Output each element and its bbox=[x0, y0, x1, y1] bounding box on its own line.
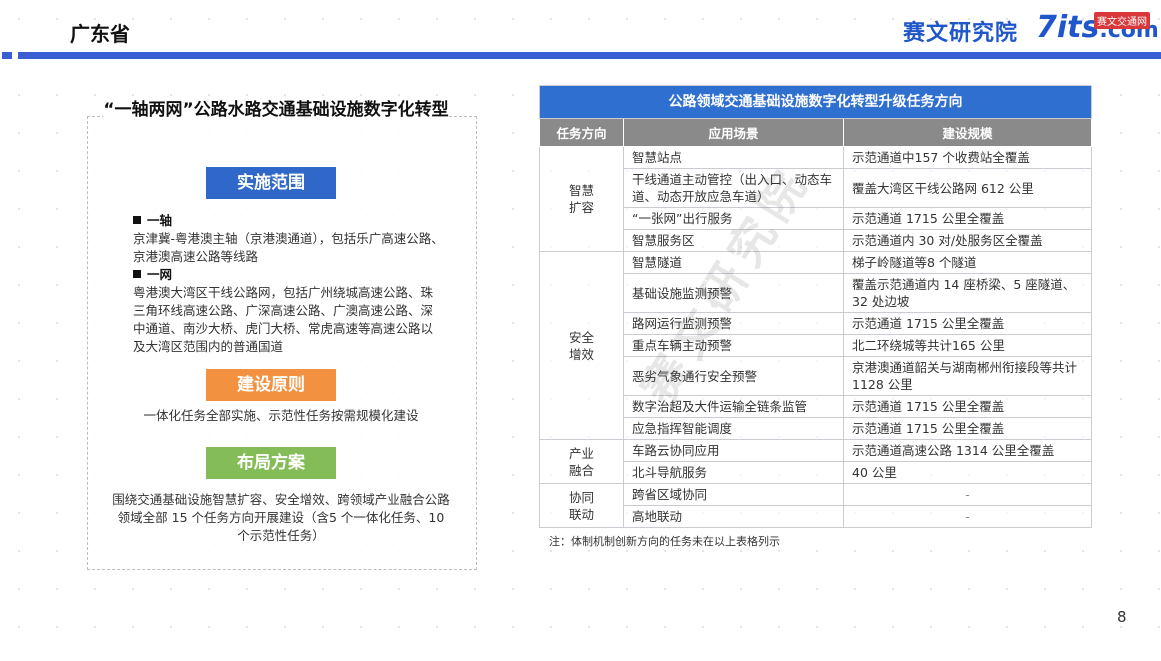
scale-cell: 京港澳通道韶关与湖南郴州衔接段等共计1128 公里 bbox=[842, 356, 1093, 396]
task-category-cell: 产业 融合 bbox=[539, 439, 624, 484]
layout-text: 围绕交通基础设施智慧扩容、安全增效、跨领域产业融合公路领域全部 15 个任务方向… bbox=[112, 492, 450, 543]
table-header-scene: 应用场景 bbox=[623, 118, 844, 147]
scene-cell: 路网运行监测预警 bbox=[623, 312, 844, 335]
table-header-category: 任务方向 bbox=[539, 118, 624, 147]
task-category-cell: 智慧 扩容 bbox=[539, 146, 624, 252]
page-number: 8 bbox=[1117, 608, 1127, 626]
scale-cell: 示范通道 1715 公里全覆盖 bbox=[842, 312, 1093, 335]
scene-cell: “一张网”出行服务 bbox=[623, 207, 844, 230]
task-table: 公路领域交通基础设施数字化转型升级任务方向 任务方向 应用场景 建设规模 智慧扩… bbox=[538, 85, 1093, 528]
left-panel-title: “一轴两网”公路水路交通基础设施数字化转型 bbox=[103, 96, 449, 128]
axis-heading: 一轴 bbox=[147, 213, 173, 228]
scale-cell: 示范通道 1715 公里全覆盖 bbox=[842, 395, 1093, 418]
scale-cell: 覆盖示范通道内 14 座桥梁、5 座隧道、32 处边坡 bbox=[842, 273, 1093, 313]
scale-cell: 示范通道内 30 对/处服务区全覆盖 bbox=[842, 229, 1093, 252]
scale-cell: 覆盖大湾区干线公路网 612 公里 bbox=[842, 168, 1093, 208]
scene-cell: 恶劣气象通行安全预警 bbox=[623, 356, 844, 396]
scene-cell: 数字治超及大件运输全链条监管 bbox=[623, 395, 844, 418]
scale-cell: 示范通道 1715 公里全覆盖 bbox=[842, 207, 1093, 230]
header-accent-tick bbox=[2, 52, 12, 59]
scene-cell: 智慧服务区 bbox=[623, 229, 844, 252]
scope-text: 一轴 京津冀-粤港澳主轴（京港澳通道），包括乐广高速公路、京港澳高速公路等线路 … bbox=[133, 212, 445, 356]
table-body: 智慧 扩容 智慧站点 示范通道中157 个收费站全覆盖 干线通道主动管控（出入口、动态车… bbox=[539, 146, 1093, 528]
page-title: 广东省 bbox=[70, 22, 130, 46]
scale-cell: 示范通道中157 个收费站全覆盖 bbox=[842, 146, 1093, 169]
scale-cell: 40 公里 bbox=[842, 461, 1093, 484]
table-header-scale: 建设规模 bbox=[842, 118, 1093, 147]
scale-cell: 示范通道高速公路 1314 公里全覆盖 bbox=[842, 439, 1093, 462]
task-category-cell: 安全 增效 bbox=[539, 251, 624, 440]
logo-en-main: 7its bbox=[1036, 10, 1100, 45]
scene-cell: 北斗导航服务 bbox=[623, 461, 844, 484]
scene-cell: 应急指挥智能调度 bbox=[623, 417, 844, 440]
task-category-cell: 协同 联动 bbox=[539, 483, 624, 528]
logo-badge: 赛文交通网 bbox=[1094, 12, 1150, 29]
scene-cell: 基础设施监测预警 bbox=[623, 273, 844, 313]
table-row: 安全 增效 智慧隧道 梯子岭隧道等8 个隧道 bbox=[539, 251, 1093, 440]
scale-cell: - bbox=[842, 505, 1093, 528]
table-note: 注：体制机制创新方向的任务未在以上表格列示 bbox=[549, 535, 780, 548]
bullet-square-icon bbox=[133, 216, 141, 224]
principle-text: 一体化任务全部实施、示范性任务按需规模化建设 bbox=[143, 408, 419, 423]
table-row: 协同 联动 跨省区域协同 - bbox=[539, 483, 1093, 528]
table-row: 产业 融合 车路云协同应用 示范通道高速公路 1314 公里全覆盖 bbox=[539, 439, 1093, 484]
axis-description: 京津冀-粤港澳主轴（京港澳通道），包括乐广高速公路、京港澳高速公路等线路 bbox=[133, 231, 444, 264]
scene-cell: 跨省区域协同 bbox=[623, 483, 844, 506]
scene-cell: 车路云协同应用 bbox=[623, 439, 844, 462]
scene-cell: 智慧隧道 bbox=[623, 251, 844, 274]
table-title: 公路领域交通基础设施数字化转型升级任务方向 bbox=[538, 85, 1093, 119]
scene-cell: 高地联动 bbox=[623, 505, 844, 528]
layout-tag: 布局方案 bbox=[206, 447, 336, 479]
scene-cell: 智慧站点 bbox=[623, 146, 844, 169]
principle-tag: 建设原则 bbox=[206, 369, 336, 401]
header-accent-bar bbox=[2, 52, 1161, 59]
scale-cell: 示范通道 1715 公里全覆盖 bbox=[842, 417, 1093, 440]
table-row: 智慧 扩容 智慧站点 示范通道中157 个收费站全覆盖 bbox=[539, 146, 1093, 252]
scope-tag: 实施范围 bbox=[206, 167, 336, 199]
network-heading: 一网 bbox=[147, 267, 173, 282]
scene-cell: 干线通道主动管控（出入口、动态车道、动态开放应急车道） bbox=[623, 168, 844, 208]
scene-cell: 重点车辆主动预警 bbox=[623, 334, 844, 357]
scale-cell: - bbox=[842, 483, 1093, 506]
bullet-square-icon bbox=[133, 270, 141, 278]
logo-cn: 赛文研究院 bbox=[903, 21, 1019, 46]
scale-cell: 北二环绕城等共计165 公里 bbox=[842, 334, 1093, 357]
network-description: 粤港澳大湾区干线公路网，包括广州绕城高速公路、珠三角环线高速公路、广深高速公路、… bbox=[133, 285, 434, 354]
task-table-container: 公路领域交通基础设施数字化转型升级任务方向 任务方向 应用场景 建设规模 智慧扩… bbox=[538, 85, 1093, 549]
scale-cell: 梯子岭隧道等8 个隧道 bbox=[842, 251, 1093, 274]
